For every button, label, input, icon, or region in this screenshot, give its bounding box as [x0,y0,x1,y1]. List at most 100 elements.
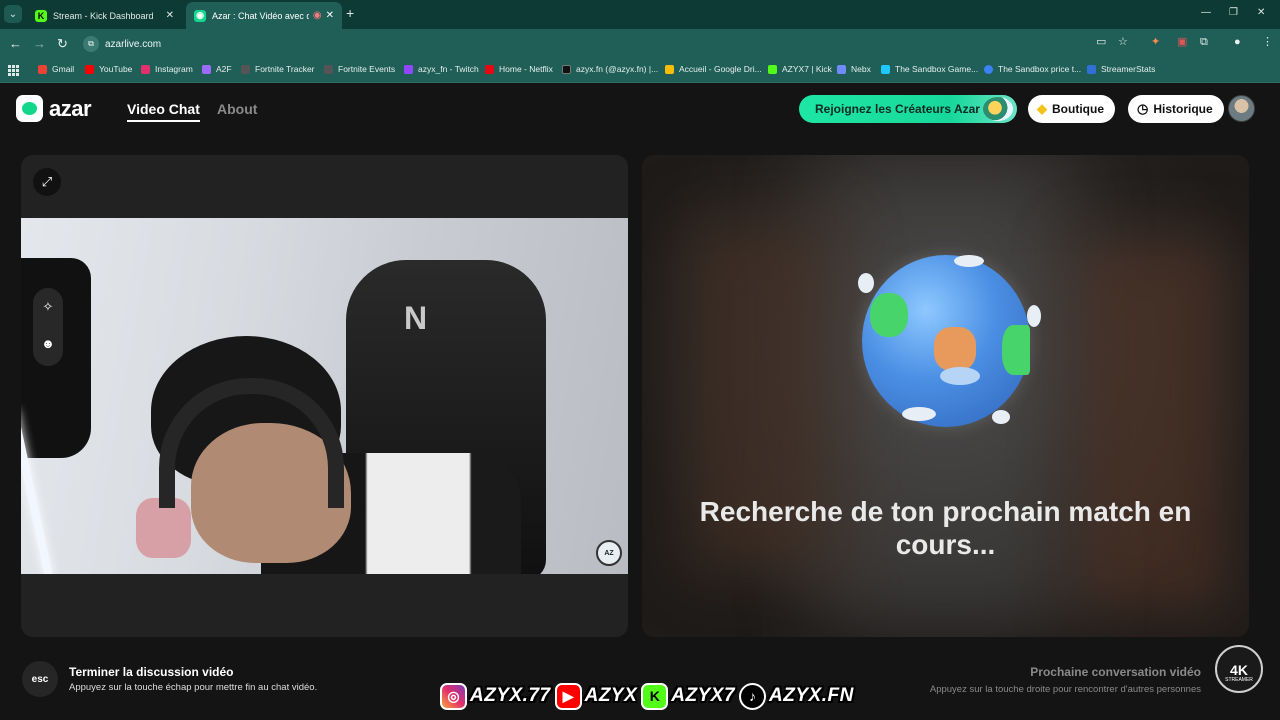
bookmark-netflix[interactable]: Home - Netflix [485,64,553,74]
bookmark-streamerstats[interactable]: StreamerStats [1087,64,1155,74]
bookmark-youtube[interactable]: YouTube [85,64,132,74]
url-field[interactable]: ⧉ azarlive.com [83,34,161,54]
profile-avatar-icon[interactable]: ● [1234,37,1241,48]
bookmark-label: StreamerStats [1101,64,1156,74]
webcam-feed: N AZ [21,218,628,574]
history-label: Historique [1153,102,1213,116]
bookmark-label: azyx_fn - Twitch [418,64,479,74]
sandbox-icon [881,64,890,74]
creators-decoration-icon [983,97,1013,121]
bookmark-google-drive[interactable]: Accueil - Google Dri... [665,64,762,74]
youtube-icon: ▶ [554,682,582,710]
browser-tab-kick[interactable]: K Stream - Kick Dashboard ✕ [27,2,182,29]
browser-tab-bar: ⌄ K Stream - Kick Dashboard ✕ ◉ Azar : C… [0,0,1280,29]
browser-tab-azar[interactable]: ◉ Azar : Chat Vidéo avec de n ◉ ✕ [186,2,342,29]
bookmark-label: Home - Netflix [499,64,553,74]
bookmark-kick[interactable]: AZYX7 | Kick [768,64,832,74]
fortnite-tracker-icon [241,64,250,74]
twitch-icon [404,64,413,74]
stream-socials-overlay: ◎ AZYX.77 ▶ AZYX K AZYX7 ♪ AZYX.FN [440,681,854,711]
bookmark-fortnite-events[interactable]: Fortnite Events [324,64,395,74]
badge-subtext: STREAMER [1225,677,1253,683]
bookmarks-bar: Gmail YouTube Instagram A2F Fortnite Tra… [0,59,1280,83]
bookmark-sandbox-price[interactable]: The Sandbox price t... [984,64,1081,74]
user-avatar[interactable] [1228,95,1255,122]
bookmark-sandbox-game[interactable]: The Sandbox Game... [881,64,978,74]
browser-address-bar: ← → ↻ ⧉ azarlive.com ▭ ☆ ✦ ▣ ⧉ ● ⋮ [0,29,1280,59]
bookmark-label: The Sandbox Game... [895,64,979,74]
back-button[interactable]: ← [9,37,22,50]
bookmark-a2f[interactable]: A2F [202,64,232,74]
extensions-puzzle-icon[interactable]: ⧉ [1200,37,1208,48]
cast-icon[interactable]: ▭ [1096,37,1106,48]
nav-about[interactable]: About [217,101,257,117]
netflix-icon [485,64,494,74]
bookmark-nebx[interactable]: Nebx [837,64,871,74]
new-tab-button[interactable]: + [346,6,354,20]
expand-icon[interactable]: ⤢ [33,168,61,196]
end-chat-subtitle: Appuyez sur la touche échap pour mettre … [69,682,318,693]
status-line-2: cours... [895,529,996,560]
recording-icon: ◉ [312,10,322,21]
bookmark-label: Gmail [52,64,75,74]
extension-icon[interactable]: ▣ [1177,37,1187,48]
tiktok-icon [562,64,571,74]
camera-tools: ✧ ☻ [33,288,63,366]
join-creators-button[interactable]: Rejoignez les Créateurs Azar [799,95,1017,123]
social-kick: K AZYX7 [641,682,735,710]
kick-icon [768,64,777,74]
history-button[interactable]: ◷ Historique [1128,95,1224,123]
bookmark-label: Instagram [155,64,193,74]
site-info-icon[interactable]: ⧉ [83,36,99,52]
bookmark-label: AZYX7 | Kick [782,64,832,74]
kick-icon: K [641,682,669,710]
restore-button[interactable]: ❐ [1229,7,1238,18]
minimize-button[interactable]: — [1201,7,1211,18]
bookmark-gmail[interactable]: Gmail [38,64,74,74]
social-handle: AZYX.FN [769,685,854,706]
face-filter-icon[interactable]: ☻ [33,328,63,358]
next-chat-subtitle: Appuyez sur la touche droite pour rencon… [929,684,1201,695]
bookmark-fortnite-tracker[interactable]: Fortnite Tracker [241,64,315,74]
badge-text: 4K [1230,662,1248,678]
bookmark-star-icon[interactable]: ☆ [1118,37,1128,48]
a2f-icon [202,64,211,74]
streamer-watermark-icon: AZ [596,540,622,566]
searching-status: Recherche de ton prochain match en cours… [642,495,1249,561]
nav-video-chat[interactable]: Video Chat [127,101,200,122]
bookmark-tiktok[interactable]: azyx.fn (@azyx.fn) |... [562,64,658,74]
shop-button[interactable]: ◆ Boutique [1028,95,1115,123]
logo-text: azar [49,95,92,121]
bookmark-twitch[interactable]: azyx_fn - Twitch [404,64,479,74]
bookmark-label: Nebx [851,64,871,74]
social-handle: AZYX.77 [470,685,551,706]
close-icon[interactable]: ✕ [326,10,334,21]
tab-title: Azar : Chat Vidéo avec de n [212,10,309,21]
extension-icon[interactable]: ✦ [1151,37,1160,48]
instagram-icon: ◎ [440,682,467,710]
azar-logo-icon [16,95,43,122]
shop-label: Boutique [1052,102,1104,116]
tab-search-button[interactable]: ⌄ [4,5,22,23]
close-icon[interactable]: ✕ [166,10,174,21]
apps-grid-icon[interactable] [8,65,19,76]
youtube-icon [85,64,94,74]
magic-wand-icon[interactable]: ✧ [33,292,63,322]
tab-title: Stream - Kick Dashboard [53,10,154,21]
esc-key-button[interactable]: esc [22,661,58,697]
azar-logo[interactable]: azar [16,95,92,122]
nebx-icon [837,64,846,74]
bookmark-label: Fortnite Events [338,64,396,74]
azar-app: azar Video Chat About Rejoignez les Créa… [0,84,1280,720]
close-window-button[interactable]: ✕ [1257,7,1265,18]
menu-kebab-icon[interactable]: ⋮ [1262,37,1273,48]
azar-icon: ◉ [194,9,206,22]
reload-button[interactable]: ↻ [57,37,68,50]
url-text: azarlive.com [105,38,162,50]
bookmark-instagram[interactable]: Instagram [141,64,193,74]
bookmark-label: The Sandbox price t... [998,64,1082,74]
tiktok-icon: ♪ [739,682,767,710]
forward-button[interactable]: → [33,37,46,50]
my-video-panel: ⤢ N AZ ✧ ☻ [21,155,628,637]
gmail-icon [38,64,47,74]
